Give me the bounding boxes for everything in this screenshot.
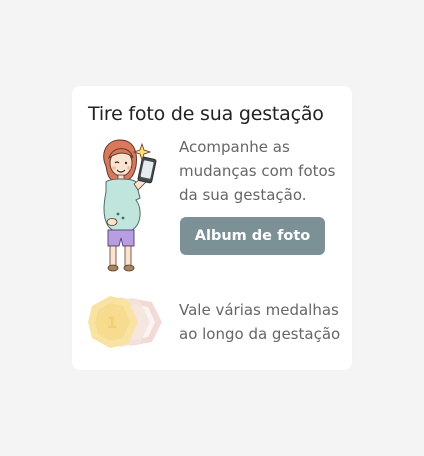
medal-number: 1: [106, 313, 117, 332]
pregnant-woman-selfie-illustration: [103, 139, 157, 272]
album-button[interactable]: Album de foto: [180, 217, 325, 255]
medal-stack-icon: 1: [88, 296, 162, 348]
card-title: Tire foto de sua gestação: [88, 103, 324, 125]
medals-text: Vale várias medalhas ao longo da gestaçã…: [179, 301, 341, 343]
photo-gestation-card: Tire foto de sua gestação Acompanhe as m…: [72, 86, 352, 370]
card-description: Acompanhe as mudanças com fotos da sua g…: [179, 138, 336, 204]
